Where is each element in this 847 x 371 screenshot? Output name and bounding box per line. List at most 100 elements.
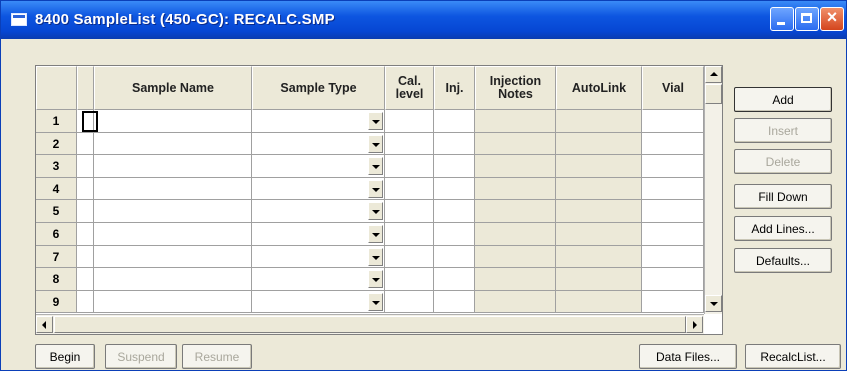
dropdown-arrow-icon[interactable] bbox=[368, 157, 383, 175]
defaults-button[interactable]: Defaults... bbox=[734, 248, 832, 273]
row-header[interactable]: 6 bbox=[36, 223, 77, 246]
autolink-cell[interactable] bbox=[556, 268, 642, 291]
scroll-down-icon[interactable] bbox=[705, 295, 722, 312]
row-selector-cell[interactable] bbox=[77, 223, 94, 246]
resume-button[interactable]: Resume bbox=[182, 344, 252, 369]
autolink-cell[interactable] bbox=[556, 110, 642, 133]
column-header-sample-name[interactable]: Sample Name bbox=[94, 66, 252, 110]
sample-grid[interactable]: Sample Name Sample Type Cal. level Inj. Inje… bbox=[35, 65, 723, 335]
recalc-list-button[interactable]: RecalcList... bbox=[745, 344, 841, 369]
sample-name-cell[interactable] bbox=[94, 246, 252, 268]
injection-notes-cell[interactable] bbox=[475, 200, 556, 223]
injection-notes-cell[interactable] bbox=[475, 178, 556, 200]
close-icon[interactable]: × bbox=[820, 7, 844, 31]
sample-name-cell[interactable] bbox=[94, 110, 252, 133]
cal-level-cell[interactable] bbox=[385, 200, 434, 223]
row-selector-cell[interactable] bbox=[77, 133, 94, 155]
column-header-cal-level[interactable]: Cal. level bbox=[385, 66, 434, 110]
sample-name-cell[interactable] bbox=[94, 268, 252, 291]
dropdown-arrow-icon[interactable] bbox=[368, 202, 383, 220]
autolink-cell[interactable] bbox=[556, 200, 642, 223]
maximize-icon[interactable] bbox=[795, 7, 819, 31]
dropdown-arrow-icon[interactable] bbox=[368, 293, 383, 311]
inj-cell[interactable] bbox=[434, 155, 475, 178]
scroll-left-icon[interactable] bbox=[36, 316, 53, 333]
row-selector-cell[interactable] bbox=[77, 291, 94, 313]
injection-notes-cell[interactable] bbox=[475, 133, 556, 155]
column-header-injection-notes[interactable]: Injection Notes bbox=[475, 66, 556, 110]
column-header-autolink[interactable]: AutoLink bbox=[556, 66, 642, 110]
begin-button[interactable]: Begin bbox=[35, 344, 95, 369]
vial-cell[interactable] bbox=[642, 178, 704, 200]
vial-cell[interactable] bbox=[642, 110, 704, 133]
add-lines-button[interactable]: Add Lines... bbox=[734, 216, 832, 241]
sample-name-cell[interactable] bbox=[94, 291, 252, 313]
vial-cell[interactable] bbox=[642, 155, 704, 178]
row-selector-cell[interactable] bbox=[77, 155, 94, 178]
inj-cell[interactable] bbox=[434, 178, 475, 200]
row-header[interactable]: 5 bbox=[36, 200, 77, 223]
minimize-icon[interactable] bbox=[770, 7, 794, 31]
dropdown-arrow-icon[interactable] bbox=[368, 112, 383, 130]
cal-level-cell[interactable] bbox=[385, 110, 434, 133]
sample-name-cell[interactable] bbox=[94, 133, 252, 155]
sample-type-cell[interactable] bbox=[252, 155, 385, 178]
sample-name-cell[interactable] bbox=[94, 223, 252, 246]
sample-name-cell[interactable] bbox=[94, 178, 252, 200]
scroll-thumb-horizontal[interactable] bbox=[54, 316, 686, 333]
cal-level-cell[interactable] bbox=[385, 246, 434, 268]
sample-type-cell[interactable] bbox=[252, 246, 385, 268]
inj-cell[interactable] bbox=[434, 133, 475, 155]
sample-type-cell[interactable] bbox=[252, 200, 385, 223]
row-header[interactable]: 2 bbox=[36, 133, 77, 155]
row-header[interactable]: 8 bbox=[36, 268, 77, 291]
sample-name-cell[interactable] bbox=[94, 155, 252, 178]
inj-cell[interactable] bbox=[434, 268, 475, 291]
dropdown-arrow-icon[interactable] bbox=[368, 270, 383, 288]
vial-cell[interactable] bbox=[642, 200, 704, 223]
row-selector-cell[interactable] bbox=[77, 178, 94, 200]
column-header-vial[interactable]: Vial bbox=[642, 66, 704, 110]
cal-level-cell[interactable] bbox=[385, 178, 434, 200]
scroll-thumb-vertical[interactable] bbox=[705, 84, 722, 104]
dropdown-arrow-icon[interactable] bbox=[368, 180, 383, 198]
title-bar[interactable]: 8400 SampleList (450-GC): RECALC.SMP × bbox=[1, 1, 846, 39]
vial-cell[interactable] bbox=[642, 291, 704, 313]
inj-cell[interactable] bbox=[434, 246, 475, 268]
vial-cell[interactable] bbox=[642, 246, 704, 268]
dropdown-arrow-icon[interactable] bbox=[368, 225, 383, 243]
fill-down-button[interactable]: Fill Down bbox=[734, 184, 832, 209]
inj-cell[interactable] bbox=[434, 110, 475, 133]
sample-type-cell[interactable] bbox=[252, 268, 385, 291]
cal-level-cell[interactable] bbox=[385, 268, 434, 291]
insert-button[interactable]: Insert bbox=[734, 118, 832, 143]
injection-notes-cell[interactable] bbox=[475, 223, 556, 246]
row-header[interactable]: 7 bbox=[36, 246, 77, 268]
injection-notes-cell[interactable] bbox=[475, 155, 556, 178]
column-header-inj[interactable]: Inj. bbox=[434, 66, 475, 110]
row-selector-cell[interactable] bbox=[77, 268, 94, 291]
vertical-scrollbar[interactable] bbox=[704, 66, 722, 314]
injection-notes-cell[interactable] bbox=[475, 268, 556, 291]
scroll-up-icon[interactable] bbox=[705, 66, 722, 83]
injection-notes-cell[interactable] bbox=[475, 110, 556, 133]
injection-notes-cell[interactable] bbox=[475, 291, 556, 313]
scroll-right-icon[interactable] bbox=[686, 316, 703, 333]
data-files-button[interactable]: Data Files... bbox=[639, 344, 737, 369]
suspend-button[interactable]: Suspend bbox=[105, 344, 177, 369]
autolink-cell[interactable] bbox=[556, 246, 642, 268]
inj-cell[interactable] bbox=[434, 223, 475, 246]
cal-level-cell[interactable] bbox=[385, 291, 434, 313]
autolink-cell[interactable] bbox=[556, 178, 642, 200]
dropdown-arrow-icon[interactable] bbox=[368, 248, 383, 266]
row-header[interactable]: 3 bbox=[36, 155, 77, 178]
sample-type-cell[interactable] bbox=[252, 223, 385, 246]
sample-type-cell[interactable] bbox=[252, 110, 385, 133]
row-header[interactable]: 4 bbox=[36, 178, 77, 200]
cal-level-cell[interactable] bbox=[385, 133, 434, 155]
sample-type-cell[interactable] bbox=[252, 178, 385, 200]
vial-cell[interactable] bbox=[642, 133, 704, 155]
vial-cell[interactable] bbox=[642, 268, 704, 291]
row-selector-cell[interactable] bbox=[77, 200, 94, 223]
inj-cell[interactable] bbox=[434, 200, 475, 223]
